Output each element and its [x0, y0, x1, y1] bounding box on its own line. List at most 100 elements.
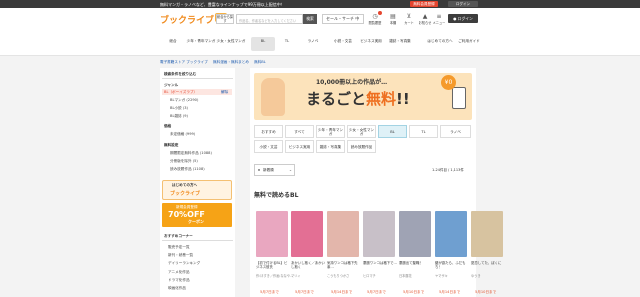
book-cover[interactable] — [256, 211, 288, 257]
filter-selected-bl[interactable]: BL（ボーイズラブ） — [164, 90, 197, 95]
book-author[interactable]: ゆうき — [471, 273, 481, 278]
cart-icon: ⊻ — [406, 13, 412, 20]
book-cover[interactable] — [435, 211, 467, 257]
price-zero-badge: ¥0 — [441, 75, 456, 90]
book-title[interactable]: 気持ワンコは格下先輩… — [327, 261, 361, 270]
free-setting-label: 無料設定 — [164, 143, 179, 147]
filter-price-item[interactable]: 未定価格 (999) — [170, 132, 195, 137]
genre-label: ジャンル — [164, 83, 179, 87]
divider — [162, 78, 233, 79]
price-label: 価格 — [164, 124, 172, 128]
banner-line2-a: まるごと — [306, 90, 367, 108]
book-author[interactable]: ヤマザキ — [435, 273, 448, 278]
filter-other-item[interactable]: 分冊版を除外 (5) — [170, 159, 198, 164]
bookshelf-button[interactable]: ▤ 本棚 — [385, 13, 401, 33]
login-button[interactable]: ● ログイン — [448, 14, 478, 23]
filter-other-item[interactable]: 期間限定無料作品 (1088) — [170, 151, 212, 156]
filter-subitem[interactable]: BL小説 (3) — [170, 106, 188, 111]
category-lightnovel[interactable]: ラノベ — [298, 39, 328, 43]
breadcrumb: 電子書籍ストア ブックライブ 無料漫画・無料まとめ 無料BL — [160, 58, 270, 66]
tab-recommended[interactable]: おすすめ — [254, 125, 283, 138]
register-link[interactable]: 無料会員登録 — [410, 1, 438, 7]
book-cover[interactable] — [471, 211, 503, 257]
recommend-link[interactable]: アニメ化作品 — [168, 270, 190, 275]
book-cover[interactable] — [363, 211, 395, 257]
book-free-until: 5月14日まで — [331, 290, 353, 294]
book-cover[interactable] — [327, 211, 359, 257]
top-bar: 無料マンガ・ラノベなど、豊富なラインナップで99万冊以上配信中！ 無料会員登録 … — [0, 0, 640, 8]
tab-label: 少年・青年マンガ — [317, 127, 344, 136]
book-title[interactable]: 悪魔ワンコは格下で… — [363, 261, 397, 270]
coupon-banner-big: 70%OFF — [168, 210, 205, 219]
category-shonen[interactable]: 少年・青年マンガ — [186, 39, 216, 43]
recommend-link[interactable]: ドラマ化作品 — [168, 278, 190, 283]
book-title[interactable]: 【初で付けるBL】ビジネス彼氏 — [256, 261, 290, 270]
book-free-until: 5月10日まで — [403, 290, 425, 294]
recommend-link[interactable]: 販売予定一覧 — [168, 245, 190, 250]
category-magazine[interactable]: 雑誌・写真集 — [385, 39, 415, 43]
filter-subitem[interactable]: BL雑誌 (9) — [170, 114, 188, 119]
tab-business[interactable]: ビジネス実用 — [285, 140, 314, 153]
book-title[interactable]: 悪魔出て聖職！ — [399, 261, 433, 270]
top-login-link[interactable]: ログイン — [448, 1, 478, 7]
sort-select[interactable]: ⏸ 新着順 ⌄ — [254, 164, 295, 176]
book-author[interactable]: マリィ — [291, 273, 301, 278]
tab-label: 読み放題作品 — [350, 144, 373, 149]
book-author[interactable]: ヒロマチ — [363, 273, 376, 278]
search-scope-select[interactable]: 総合から探す — [216, 14, 234, 24]
category-guide[interactable]: ご利用ガイド — [454, 39, 484, 43]
history-button[interactable]: ◷ 閲覧履歴 — [367, 13, 383, 33]
tab-bl[interactable]: BL — [378, 125, 407, 138]
sale-search-select[interactable]: セール・サーチ 中 — [322, 14, 364, 24]
book-author[interactable]: こうもりつかさ — [327, 273, 349, 278]
book-cover[interactable] — [399, 211, 431, 257]
section-title: 無料で読めるBL — [254, 192, 299, 199]
tab-all[interactable]: すべて — [285, 125, 314, 138]
filter-subitem[interactable]: BLマンガ (2290) — [170, 98, 198, 103]
category-business[interactable]: ビジネス実用 — [356, 39, 386, 43]
tab-shonen[interactable]: 少年・青年マンガ — [316, 125, 345, 138]
menu-button[interactable]: ≡ メニュー — [431, 13, 447, 33]
breadcrumb-current[interactable]: 無料BL — [254, 60, 266, 64]
recommend-link[interactable]: デイリーランキング — [168, 261, 200, 266]
cart-label: カート — [404, 21, 414, 25]
tab-magazine[interactable]: 雑誌・写真集 — [316, 140, 345, 153]
history-icon: ◷ — [372, 13, 378, 20]
recommend-link[interactable]: 映画化作品 — [168, 286, 186, 291]
search-button[interactable]: 検索 — [303, 14, 317, 24]
result-count: 1-24件目 / 1,113件 — [432, 168, 464, 172]
category-novel[interactable]: 小説・文芸 — [328, 39, 358, 43]
tab-tl[interactable]: TL — [409, 125, 438, 138]
menu-icon: ≡ — [436, 13, 442, 20]
tab-label: BL — [390, 129, 395, 134]
search-input[interactable]: 作品名、作者名などを入力してください — [236, 14, 303, 24]
book-title[interactable]: 夏恋してた、ぼくに — [471, 261, 505, 270]
book-free-until: 5月7日まで — [367, 290, 386, 294]
tab-label: 雑誌・写真集 — [319, 144, 342, 149]
category-beginners[interactable]: はじめての方へ — [425, 39, 455, 43]
tab-unlimited[interactable]: 読み放題作品 — [347, 140, 376, 153]
book-free-until: 5月14日まで — [439, 290, 461, 294]
book-cover[interactable] — [291, 211, 323, 257]
filter-other-item[interactable]: 読み放題作品 (1108) — [170, 167, 205, 172]
book-title[interactable]: あかいし抱く／あかいし抱く — [291, 261, 325, 270]
tab-label: すべて — [294, 129, 305, 134]
menu-label: メニュー — [432, 21, 446, 25]
book-title[interactable]: 鍵が欲たら、ふだもち！ — [435, 261, 469, 270]
book-author[interactable]: 作:ほすき／作画:ななや… — [256, 273, 293, 278]
book-author[interactable]: 日本藤花 — [399, 273, 412, 278]
breadcrumb-home[interactable]: 電子書籍ストア ブックライブ — [160, 60, 208, 64]
breadcrumb-free[interactable]: 無料漫画・無料まとめ — [213, 60, 249, 64]
filter-clear-link[interactable]: 解除 — [221, 90, 228, 95]
category-general[interactable]: 総合 — [158, 39, 188, 43]
category-shojo[interactable]: 少女・女性マンガ — [216, 39, 246, 43]
bookshelf-icon: ▤ — [390, 13, 396, 20]
phone-icon — [452, 87, 466, 109]
tab-lightnovel[interactable]: ラノベ — [440, 125, 471, 138]
tab-novel[interactable]: 小説・文芸 — [254, 140, 283, 153]
tab-shojo[interactable]: 少女・女性マンガ — [347, 125, 376, 138]
recommend-link[interactable]: 新刊・続巻一覧 — [168, 253, 193, 258]
tab-label: 少女・女性マンガ — [348, 127, 375, 136]
cart-button[interactable]: ⊻ カート — [401, 13, 417, 33]
banner-line1: 10,000冊以上の作品が… — [316, 79, 388, 86]
